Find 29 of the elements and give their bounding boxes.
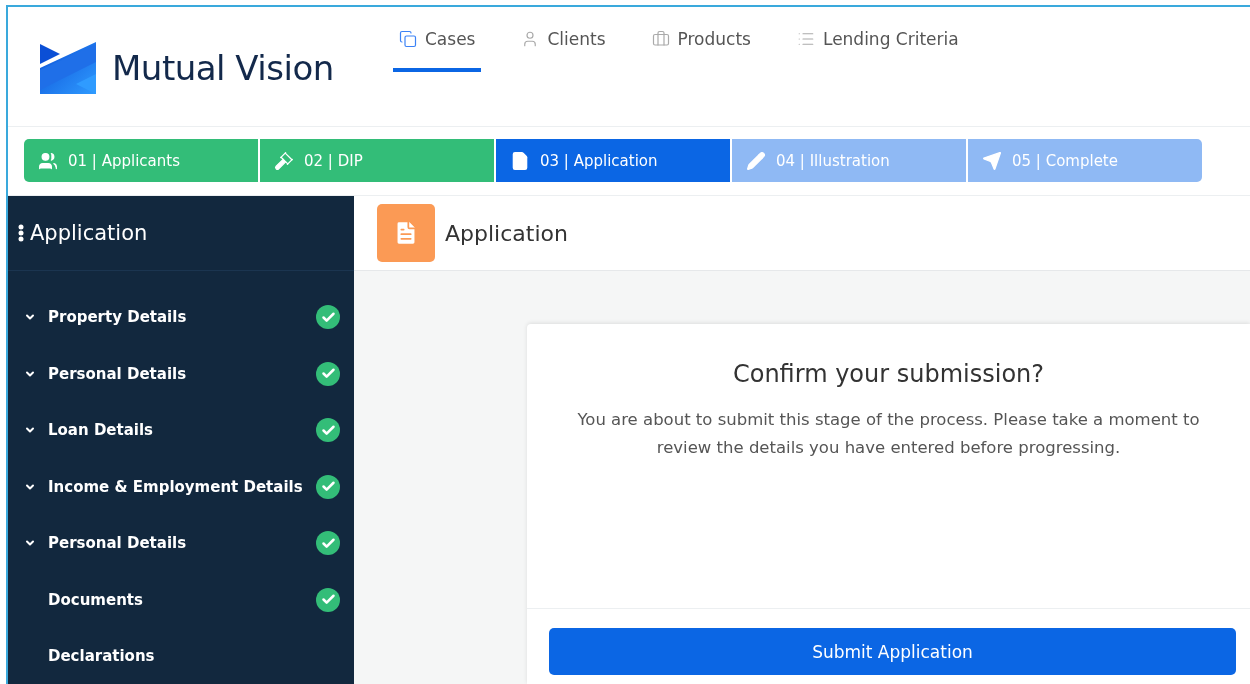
sidebar-item[interactable]: Declarations <box>8 628 354 684</box>
document-icon <box>377 204 435 262</box>
sidebar-item[interactable]: Personal Details <box>8 515 354 572</box>
nav-tab[interactable]: Cases <box>393 29 482 72</box>
sidebar-item[interactable]: Documents <box>8 571 354 628</box>
gavel-icon <box>274 150 294 171</box>
send-icon <box>982 150 1002 171</box>
copy-icon <box>399 30 417 48</box>
step-tab[interactable]: 03 | Application <box>496 139 730 182</box>
list-icon <box>796 30 815 48</box>
submit-button[interactable]: Submit Application <box>549 628 1236 675</box>
users-icon <box>38 150 58 171</box>
sidebar-item[interactable]: Income & Employment Details <box>8 458 354 515</box>
logo-icon <box>38 40 98 96</box>
sidebar-title: Application <box>30 221 148 245</box>
nav-tab[interactable]: Products <box>645 29 757 72</box>
briefcase-icon <box>651 30 670 48</box>
brand-name: Mutual Vision <box>112 48 334 88</box>
nav-tab[interactable]: Lending Criteria <box>790 29 965 72</box>
dialog-title: Confirm your submission? <box>731 360 1046 388</box>
sidebar-item[interactable]: Personal Details <box>8 345 354 402</box>
sidebar-item[interactable]: Loan Details <box>8 402 354 459</box>
sidebar-item[interactable]: Property Details <box>8 289 354 346</box>
document-icon <box>510 150 530 171</box>
dialog-message: You are about to submit this stage of the process. Please take a moment to review the details you have entered before progressing. <box>576 409 1201 459</box>
nav-tab[interactable]: Clients <box>515 29 612 72</box>
page-title: Application <box>445 220 568 246</box>
pencil-icon <box>746 150 766 171</box>
more-icon <box>18 224 24 242</box>
